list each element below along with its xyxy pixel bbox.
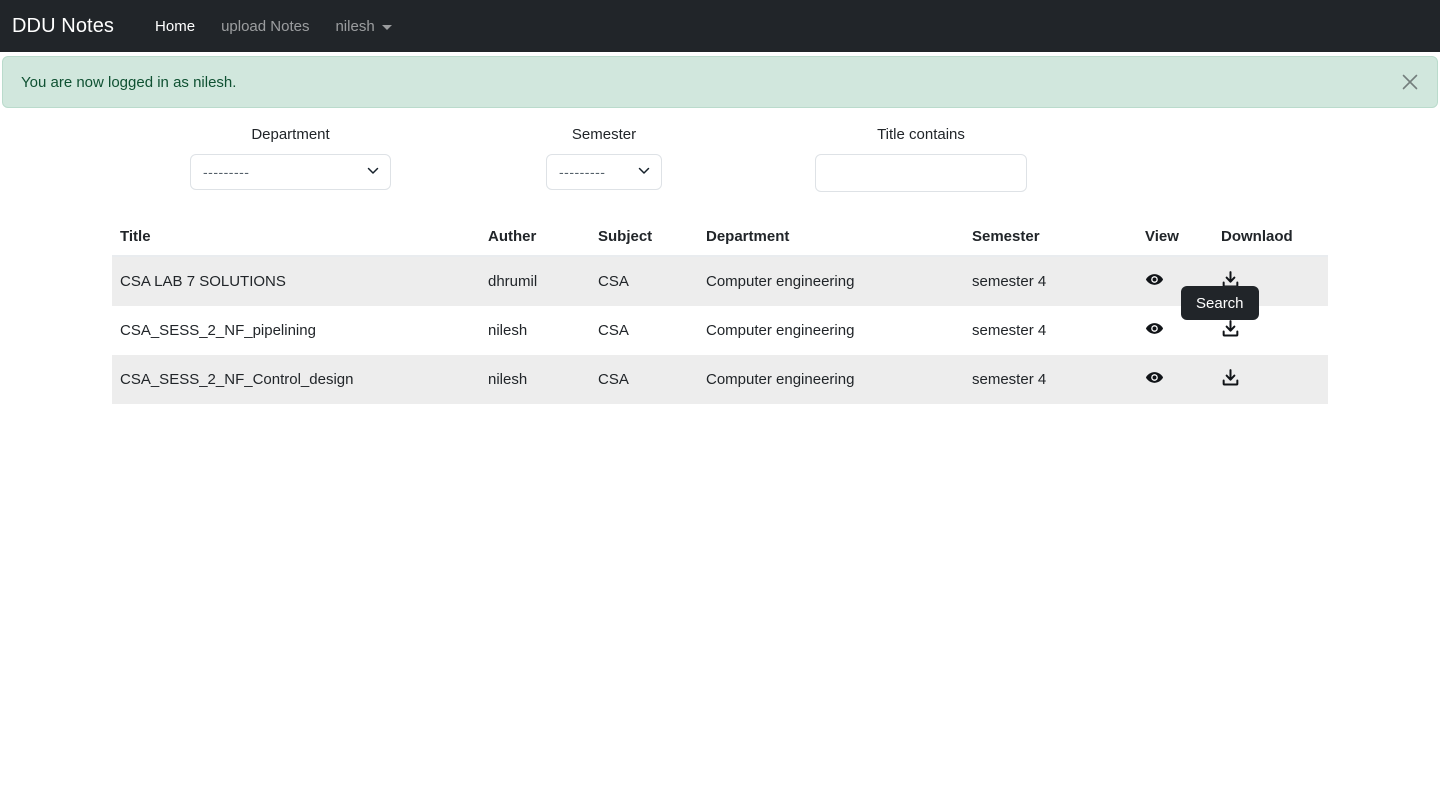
- title-contains-field: Title contains: [815, 126, 1027, 192]
- chevron-down-icon: [637, 164, 651, 181]
- cell-auther: dhrumil: [488, 273, 538, 290]
- cell-subject: CSA: [598, 322, 629, 339]
- semester-select-value: ---------: [559, 164, 606, 180]
- semester-label: Semester: [571, 126, 637, 143]
- navbar: DDU Notes Home upload Notes nilesh: [0, 0, 1440, 52]
- header-subject: Subject: [590, 220, 698, 257]
- cell-department: Computer engineering: [706, 371, 855, 388]
- login-alert: You are now logged in as nilesh.: [2, 56, 1438, 108]
- notes-table-wrapper: Title Auther Subject Department Semester…: [112, 220, 1328, 404]
- table-row: CSA_SESS_2_NF_pipelining nilesh CSA Comp…: [112, 306, 1328, 355]
- chevron-down-icon: [366, 164, 380, 181]
- header-download: Downlaod: [1213, 220, 1328, 257]
- nav-links: Home upload Notes nilesh: [142, 10, 405, 43]
- header-view: View: [1137, 220, 1213, 257]
- header-title: Title: [112, 220, 480, 257]
- cell-subject: CSA: [598, 371, 629, 388]
- cell-auther: nilesh: [488, 322, 528, 339]
- search-button[interactable]: Search: [1181, 286, 1259, 320]
- nav-link-upload-notes[interactable]: upload Notes: [208, 10, 322, 43]
- alert-message: You are now logged in as nilesh.: [21, 73, 237, 91]
- cell-subject: CSA: [598, 273, 629, 290]
- eye-icon[interactable]: [1145, 319, 1164, 338]
- cell-title: CSA_SESS_2_NF_pipelining: [120, 322, 316, 339]
- eye-icon[interactable]: [1145, 270, 1164, 289]
- department-label: Department: [251, 126, 330, 143]
- nav-link-home[interactable]: Home: [142, 10, 208, 43]
- table-row: CSA_SESS_2_NF_Control_design nilesh CSA …: [112, 355, 1328, 404]
- cell-department: Computer engineering: [706, 273, 855, 290]
- filter-bar: Department --------- Semester --------- …: [0, 126, 1440, 320]
- semester-field: Semester ---------: [546, 126, 662, 190]
- title-contains-label: Title contains: [877, 126, 965, 143]
- brand-logo[interactable]: DDU Notes: [12, 15, 122, 38]
- user-menu-label: nilesh: [335, 17, 375, 35]
- header-department: Department: [698, 220, 964, 257]
- cell-semester: semester 4: [972, 322, 1047, 339]
- department-select[interactable]: ---------: [190, 154, 391, 190]
- table-header-row: Title Auther Subject Department Semester…: [112, 220, 1328, 257]
- header-semester: Semester: [964, 220, 1137, 257]
- cell-semester: semester 4: [972, 273, 1047, 290]
- cell-title: CSA_SESS_2_NF_Control_design: [120, 371, 354, 388]
- cell-department: Computer engineering: [706, 322, 855, 339]
- table-head: Title Auther Subject Department Semester…: [112, 220, 1328, 257]
- eye-icon[interactable]: [1145, 368, 1164, 387]
- close-icon[interactable]: [1397, 69, 1423, 95]
- title-contains-input[interactable]: [815, 154, 1027, 192]
- table-row: CSA LAB 7 SOLUTIONS dhrumil CSA Computer…: [112, 256, 1328, 306]
- header-auther: Auther: [480, 220, 590, 257]
- caret-down-icon: [381, 24, 392, 30]
- download-icon[interactable]: [1221, 319, 1240, 338]
- cell-download: [1213, 355, 1328, 404]
- cell-semester: semester 4: [972, 371, 1047, 388]
- notes-table: Title Auther Subject Department Semester…: [112, 220, 1328, 404]
- department-field: Department ---------: [190, 126, 391, 190]
- cell-view: [1137, 355, 1213, 404]
- download-icon[interactable]: [1221, 368, 1240, 387]
- department-select-value: ---------: [203, 164, 250, 180]
- table-body: CSA LAB 7 SOLUTIONS dhrumil CSA Computer…: [112, 256, 1328, 404]
- semester-select[interactable]: ---------: [546, 154, 662, 190]
- cell-title: CSA LAB 7 SOLUTIONS: [120, 273, 286, 290]
- cell-auther: nilesh: [488, 371, 528, 388]
- user-menu-nilesh[interactable]: nilesh: [322, 10, 404, 43]
